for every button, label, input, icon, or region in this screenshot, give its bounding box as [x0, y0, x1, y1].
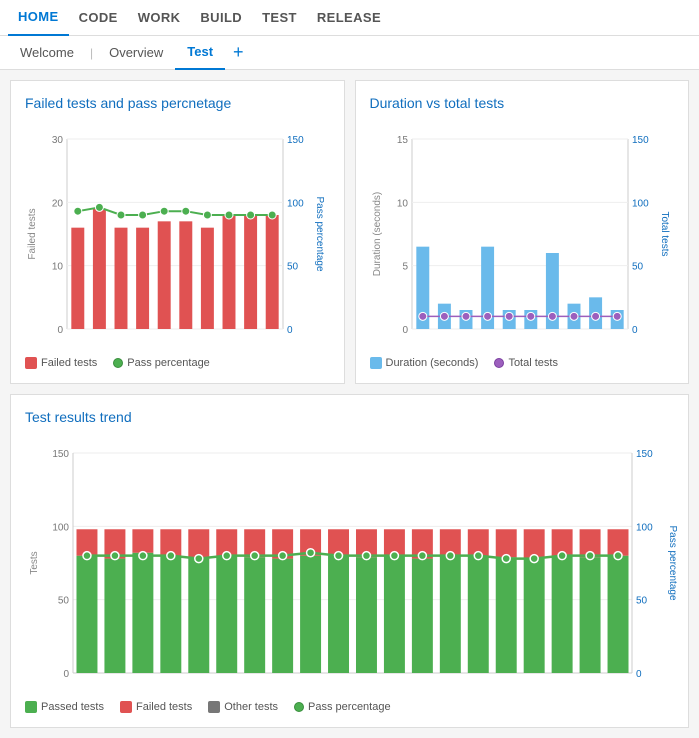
add-tab-button[interactable]: +	[225, 42, 252, 63]
chart1-legend: Failed tests Pass percentage	[25, 357, 330, 369]
passed-tests-swatch	[25, 701, 37, 713]
chart1-legend-failed-label: Failed tests	[41, 357, 97, 369]
nav-build[interactable]: BUILD	[190, 0, 252, 36]
chart3-legend-passed: Passed tests	[25, 701, 104, 713]
svg-text:50: 50	[58, 596, 70, 607]
tab-welcome[interactable]: Welcome	[8, 36, 86, 70]
chart3-legend-pass-pct-label: Pass percentage	[308, 701, 391, 713]
svg-text:Tests: Tests	[29, 551, 40, 574]
svg-text:50: 50	[287, 262, 299, 273]
svg-text:30: 30	[52, 135, 64, 146]
chart3-legend-other: Other tests	[208, 701, 278, 713]
chart2-area: 051015050100150Duration (seconds)Total t…	[370, 119, 675, 349]
other-tests-swatch	[208, 701, 220, 713]
svg-text:150: 150	[52, 449, 69, 460]
svg-text:0: 0	[57, 325, 63, 336]
chart3-legend-failed: Failed tests	[120, 701, 192, 713]
chart2-legend-total-label: Total tests	[508, 357, 558, 369]
svg-text:0: 0	[63, 669, 69, 680]
tab-overview[interactable]: Overview	[97, 36, 175, 70]
chart3-legend-passed-label: Passed tests	[41, 701, 104, 713]
svg-text:100: 100	[636, 522, 653, 533]
pass-percentage-swatch	[113, 358, 123, 368]
main-content: Failed tests and pass percnetage 0 10 20 30…	[0, 70, 699, 738]
svg-text:Total tests: Total tests	[659, 211, 670, 256]
svg-text:0: 0	[402, 325, 408, 336]
svg-text:0: 0	[632, 325, 638, 336]
chart1-area: 0 10 20 30 0 50 100 150 Failed tests Pass percent…	[25, 119, 330, 349]
nav-test[interactable]: TEST	[252, 0, 307, 36]
svg-text:100: 100	[632, 198, 649, 209]
chart2-title: Duration vs total tests	[370, 95, 675, 111]
svg-text:10: 10	[396, 198, 408, 209]
svg-text:150: 150	[632, 135, 649, 146]
tab-test[interactable]: Test	[175, 36, 225, 70]
chart2-legend-duration: Duration (seconds)	[370, 357, 479, 369]
chart3-legend-other-label: Other tests	[224, 701, 278, 713]
chart3-failed-swatch	[120, 701, 132, 713]
chart2-legend-total: Total tests	[494, 357, 558, 369]
chart3-legend-pass-pct: Pass percentage	[294, 701, 391, 713]
test-results-trend-card: Test results trend 0 50 100 150 0 50 100 150 Tes…	[10, 394, 689, 728]
svg-text:15: 15	[396, 135, 408, 146]
failed-tests-chart-card: Failed tests and pass percnetage 0 10 20 30…	[10, 80, 345, 384]
nav-separator: |	[86, 46, 97, 60]
chart1-legend-pass: Pass percentage	[113, 357, 210, 369]
sub-navigation: Welcome | Overview Test +	[0, 36, 699, 70]
chart2-legend: Duration (seconds) Total tests	[370, 357, 675, 369]
chart3-pass-pct-swatch	[294, 702, 304, 712]
svg-text:150: 150	[287, 135, 304, 146]
svg-text:Duration (seconds): Duration (seconds)	[372, 192, 383, 276]
top-navigation: HOME CODE WORK BUILD TEST RELEASE	[0, 0, 699, 36]
duration-chart-card: Duration vs total tests 051015050100150D…	[355, 80, 690, 384]
nav-code[interactable]: CODE	[69, 0, 128, 36]
chart2-legend-duration-label: Duration (seconds)	[386, 357, 479, 369]
svg-text:150: 150	[636, 449, 653, 460]
chart3-area: 050100150050100150TestsPass percentage	[25, 433, 674, 693]
chart1-legend-failed: Failed tests	[25, 357, 97, 369]
svg-text:Pass percentage: Pass percentage	[667, 525, 678, 600]
nav-home[interactable]: HOME	[8, 0, 69, 36]
svg-text:0: 0	[287, 325, 293, 336]
svg-text:0: 0	[636, 669, 642, 680]
svg-text:5: 5	[402, 262, 408, 273]
total-tests-swatch	[494, 358, 504, 368]
svg-text:20: 20	[52, 198, 64, 209]
nav-work[interactable]: WORK	[128, 0, 191, 36]
chart3-title: Test results trend	[25, 409, 674, 425]
svg-text:50: 50	[632, 262, 644, 273]
svg-text:50: 50	[636, 596, 648, 607]
chart3-legend: Passed tests Failed tests Other tests Pa…	[25, 701, 674, 713]
nav-release[interactable]: RELEASE	[307, 0, 391, 36]
failed-tests-swatch	[25, 357, 37, 369]
chart1-title: Failed tests and pass percnetage	[25, 95, 330, 111]
duration-swatch	[370, 357, 382, 369]
chart1-legend-pass-label: Pass percentage	[127, 357, 210, 369]
svg-text:Failed tests: Failed tests	[27, 208, 38, 259]
svg-text:10: 10	[52, 262, 64, 273]
svg-text:100: 100	[52, 522, 69, 533]
top-charts-row: Failed tests and pass percnetage 0 10 20 30…	[10, 80, 689, 384]
svg-text:100: 100	[287, 198, 304, 209]
svg-text:Pass percentage: Pass percentage	[314, 196, 325, 271]
chart3-legend-failed-label: Failed tests	[136, 701, 192, 713]
